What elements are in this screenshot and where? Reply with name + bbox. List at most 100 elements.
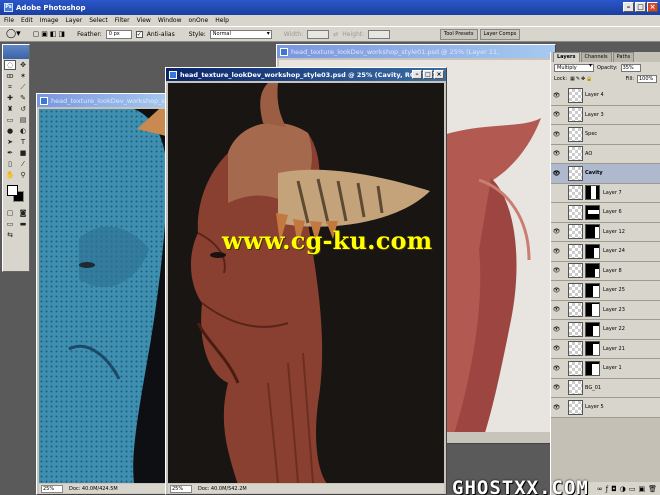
layer-mask-thumbnail[interactable] xyxy=(585,321,600,337)
visibility-eye-icon[interactable]: 👁 xyxy=(551,326,562,333)
pen-tool-icon[interactable]: ✒ xyxy=(4,148,16,158)
link-layers-icon[interactable]: ∞ xyxy=(597,485,603,493)
visibility-eye-icon[interactable]: 👁 xyxy=(551,228,562,235)
layer-row[interactable]: Layer 7 xyxy=(551,183,660,203)
layer-row[interactable]: 👁 AO xyxy=(551,144,660,164)
layer-row[interactable]: 👁 Layer 12 xyxy=(551,222,660,242)
layer-thumbnail[interactable] xyxy=(568,224,583,240)
document-titlebar[interactable]: head_texture_lookDev_workshop_style03.ps… xyxy=(166,68,446,81)
menu-layer[interactable]: Layer xyxy=(65,17,82,24)
layer-thumbnail[interactable] xyxy=(568,185,583,201)
layer-thumbnail[interactable] xyxy=(568,126,583,142)
lasso-tool-icon[interactable]: ꝏ xyxy=(4,71,16,81)
layer-comps-tab[interactable]: Layer Comps xyxy=(479,29,521,40)
layer-thumbnail[interactable] xyxy=(568,146,583,162)
visibility-eye-icon[interactable]: 👁 xyxy=(551,345,562,352)
visibility-eye-icon[interactable]: 👁 xyxy=(551,267,562,274)
tool-presets-tab[interactable]: Tool Presets xyxy=(440,29,478,40)
healing-brush-icon[interactable]: ✚ xyxy=(4,93,16,103)
layer-thumbnail[interactable] xyxy=(568,107,583,123)
document-window-style0[interactable]: head_texture_lookDev_workshop_style0 25%… xyxy=(36,93,176,495)
layer-thumbnail[interactable] xyxy=(568,360,583,376)
blur-tool-icon[interactable]: ● xyxy=(4,126,16,136)
layer-row[interactable]: 👁 Cavity xyxy=(551,164,660,184)
type-tool-icon[interactable]: T xyxy=(17,137,29,147)
layer-mask-thumbnail[interactable] xyxy=(585,341,600,357)
layer-row[interactable]: 👁 Layer 8 xyxy=(551,261,660,281)
document-close-button[interactable]: × xyxy=(434,70,444,79)
path-select-icon[interactable]: ➤ xyxy=(4,137,16,147)
document-maximize-button[interactable]: □ xyxy=(423,70,433,79)
screen-mode-standard-icon[interactable]: ▭ xyxy=(4,219,16,229)
trash-icon[interactable]: 🗑 xyxy=(648,485,657,493)
visibility-eye-icon[interactable]: 👁 xyxy=(551,111,562,118)
layer-row[interactable]: 👁 Layer 23 xyxy=(551,300,660,320)
layer-mask-thumbnail[interactable] xyxy=(585,185,600,201)
layer-row[interactable]: 👁 Layer 24 xyxy=(551,242,660,262)
visibility-eye-icon[interactable]: 👁 xyxy=(551,287,562,294)
layer-row[interactable]: 👁 Layer 25 xyxy=(551,281,660,301)
menu-select[interactable]: Select xyxy=(89,17,108,24)
gradient-tool-icon[interactable]: ▤ xyxy=(17,115,29,125)
add-mask-icon[interactable]: ◘ xyxy=(611,485,617,493)
layer-row[interactable]: 👁 Layer 4 xyxy=(551,86,660,106)
marquee-preset-icon[interactable]: ◯▾ xyxy=(6,29,21,39)
visibility-eye-icon[interactable]: 👁 xyxy=(551,150,562,157)
layer-thumbnail[interactable] xyxy=(568,321,583,337)
layer-mask-thumbnail[interactable] xyxy=(585,282,600,298)
selection-mode-icons[interactable]: ▢▣◧◨ xyxy=(33,30,67,38)
crop-tool-icon[interactable]: ⌗ xyxy=(4,82,16,92)
visibility-eye-icon[interactable]: 👁 xyxy=(551,365,562,372)
tab-paths[interactable]: Paths xyxy=(612,52,635,62)
layer-thumbnail[interactable] xyxy=(568,204,583,220)
fill-input[interactable]: 100% xyxy=(637,74,657,83)
toolbox-header[interactable] xyxy=(3,45,29,59)
layer-row[interactable]: 👁 BG_01 xyxy=(551,378,660,398)
opacity-input[interactable]: 35% xyxy=(620,63,641,72)
dodge-tool-icon[interactable]: ◐ xyxy=(17,126,29,136)
layer-thumbnail[interactable] xyxy=(568,87,583,103)
zoom-field[interactable]: 25% xyxy=(41,484,63,493)
layer-row[interactable]: 👁 Layer 5 xyxy=(551,398,660,418)
visibility-eye-icon[interactable]: 👁 xyxy=(551,92,562,99)
new-layer-icon[interactable]: ▣ xyxy=(638,485,645,493)
hand-tool-icon[interactable]: ✋ xyxy=(4,170,16,180)
close-button[interactable]: × xyxy=(647,2,658,12)
layer-row[interactable]: 👁 Spec xyxy=(551,125,660,145)
feather-input[interactable]: 0 px xyxy=(105,29,132,39)
document-titlebar[interactable]: head_texture_lookDev_workshop_style0 xyxy=(37,94,175,107)
layer-thumbnail[interactable] xyxy=(568,341,583,357)
document-minimize-button[interactable]: – xyxy=(412,70,422,79)
clone-stamp-icon[interactable]: ♜ xyxy=(4,104,16,114)
blend-mode-select[interactable]: Multiply xyxy=(554,63,594,72)
layer-row[interactable]: 👁 Layer 3 xyxy=(551,105,660,125)
layer-thumbnail[interactable] xyxy=(568,282,583,298)
menu-help[interactable]: Help xyxy=(215,17,229,24)
menu-window[interactable]: Window xyxy=(158,17,182,24)
visibility-eye-icon[interactable]: 👁 xyxy=(551,131,562,138)
shape-tool-icon[interactable]: ■ xyxy=(17,148,29,158)
lock-icons[interactable]: ▦✎✥🔒 xyxy=(570,76,593,82)
foreground-color-swatch[interactable] xyxy=(7,185,18,196)
move-tool-icon[interactable]: ✥ xyxy=(17,60,29,70)
layer-row[interactable]: Layer 6 xyxy=(551,203,660,223)
layer-mask-thumbnail[interactable] xyxy=(585,243,600,259)
notes-tool-icon[interactable]: ▯ xyxy=(4,159,16,169)
layer-row[interactable]: 👁 Layer 21 xyxy=(551,339,660,359)
visibility-eye-icon[interactable]: 👁 xyxy=(551,170,562,177)
visibility-eye-icon[interactable]: 👁 xyxy=(551,248,562,255)
menu-edit[interactable]: Edit xyxy=(21,17,33,24)
menu-onone[interactable]: onOne xyxy=(189,17,209,24)
standard-mode-icon[interactable]: ▢ xyxy=(4,208,16,218)
document-canvas[interactable] xyxy=(168,83,444,483)
visibility-eye-icon[interactable]: 👁 xyxy=(551,306,562,313)
jump-to-imageready-icon[interactable]: ⇆ xyxy=(4,230,16,240)
slice-tool-icon[interactable]: ⟋ xyxy=(17,82,29,92)
marquee-tool-icon[interactable]: ◌ xyxy=(4,60,16,70)
layer-thumbnail[interactable] xyxy=(568,243,583,259)
style-select[interactable]: Normal xyxy=(209,29,272,39)
eyedropper-icon[interactable]: ⁄ xyxy=(17,159,29,169)
adjustment-layer-icon[interactable]: ◑ xyxy=(620,485,626,493)
layer-mask-thumbnail[interactable] xyxy=(585,302,600,318)
layer-thumbnail[interactable] xyxy=(568,302,583,318)
